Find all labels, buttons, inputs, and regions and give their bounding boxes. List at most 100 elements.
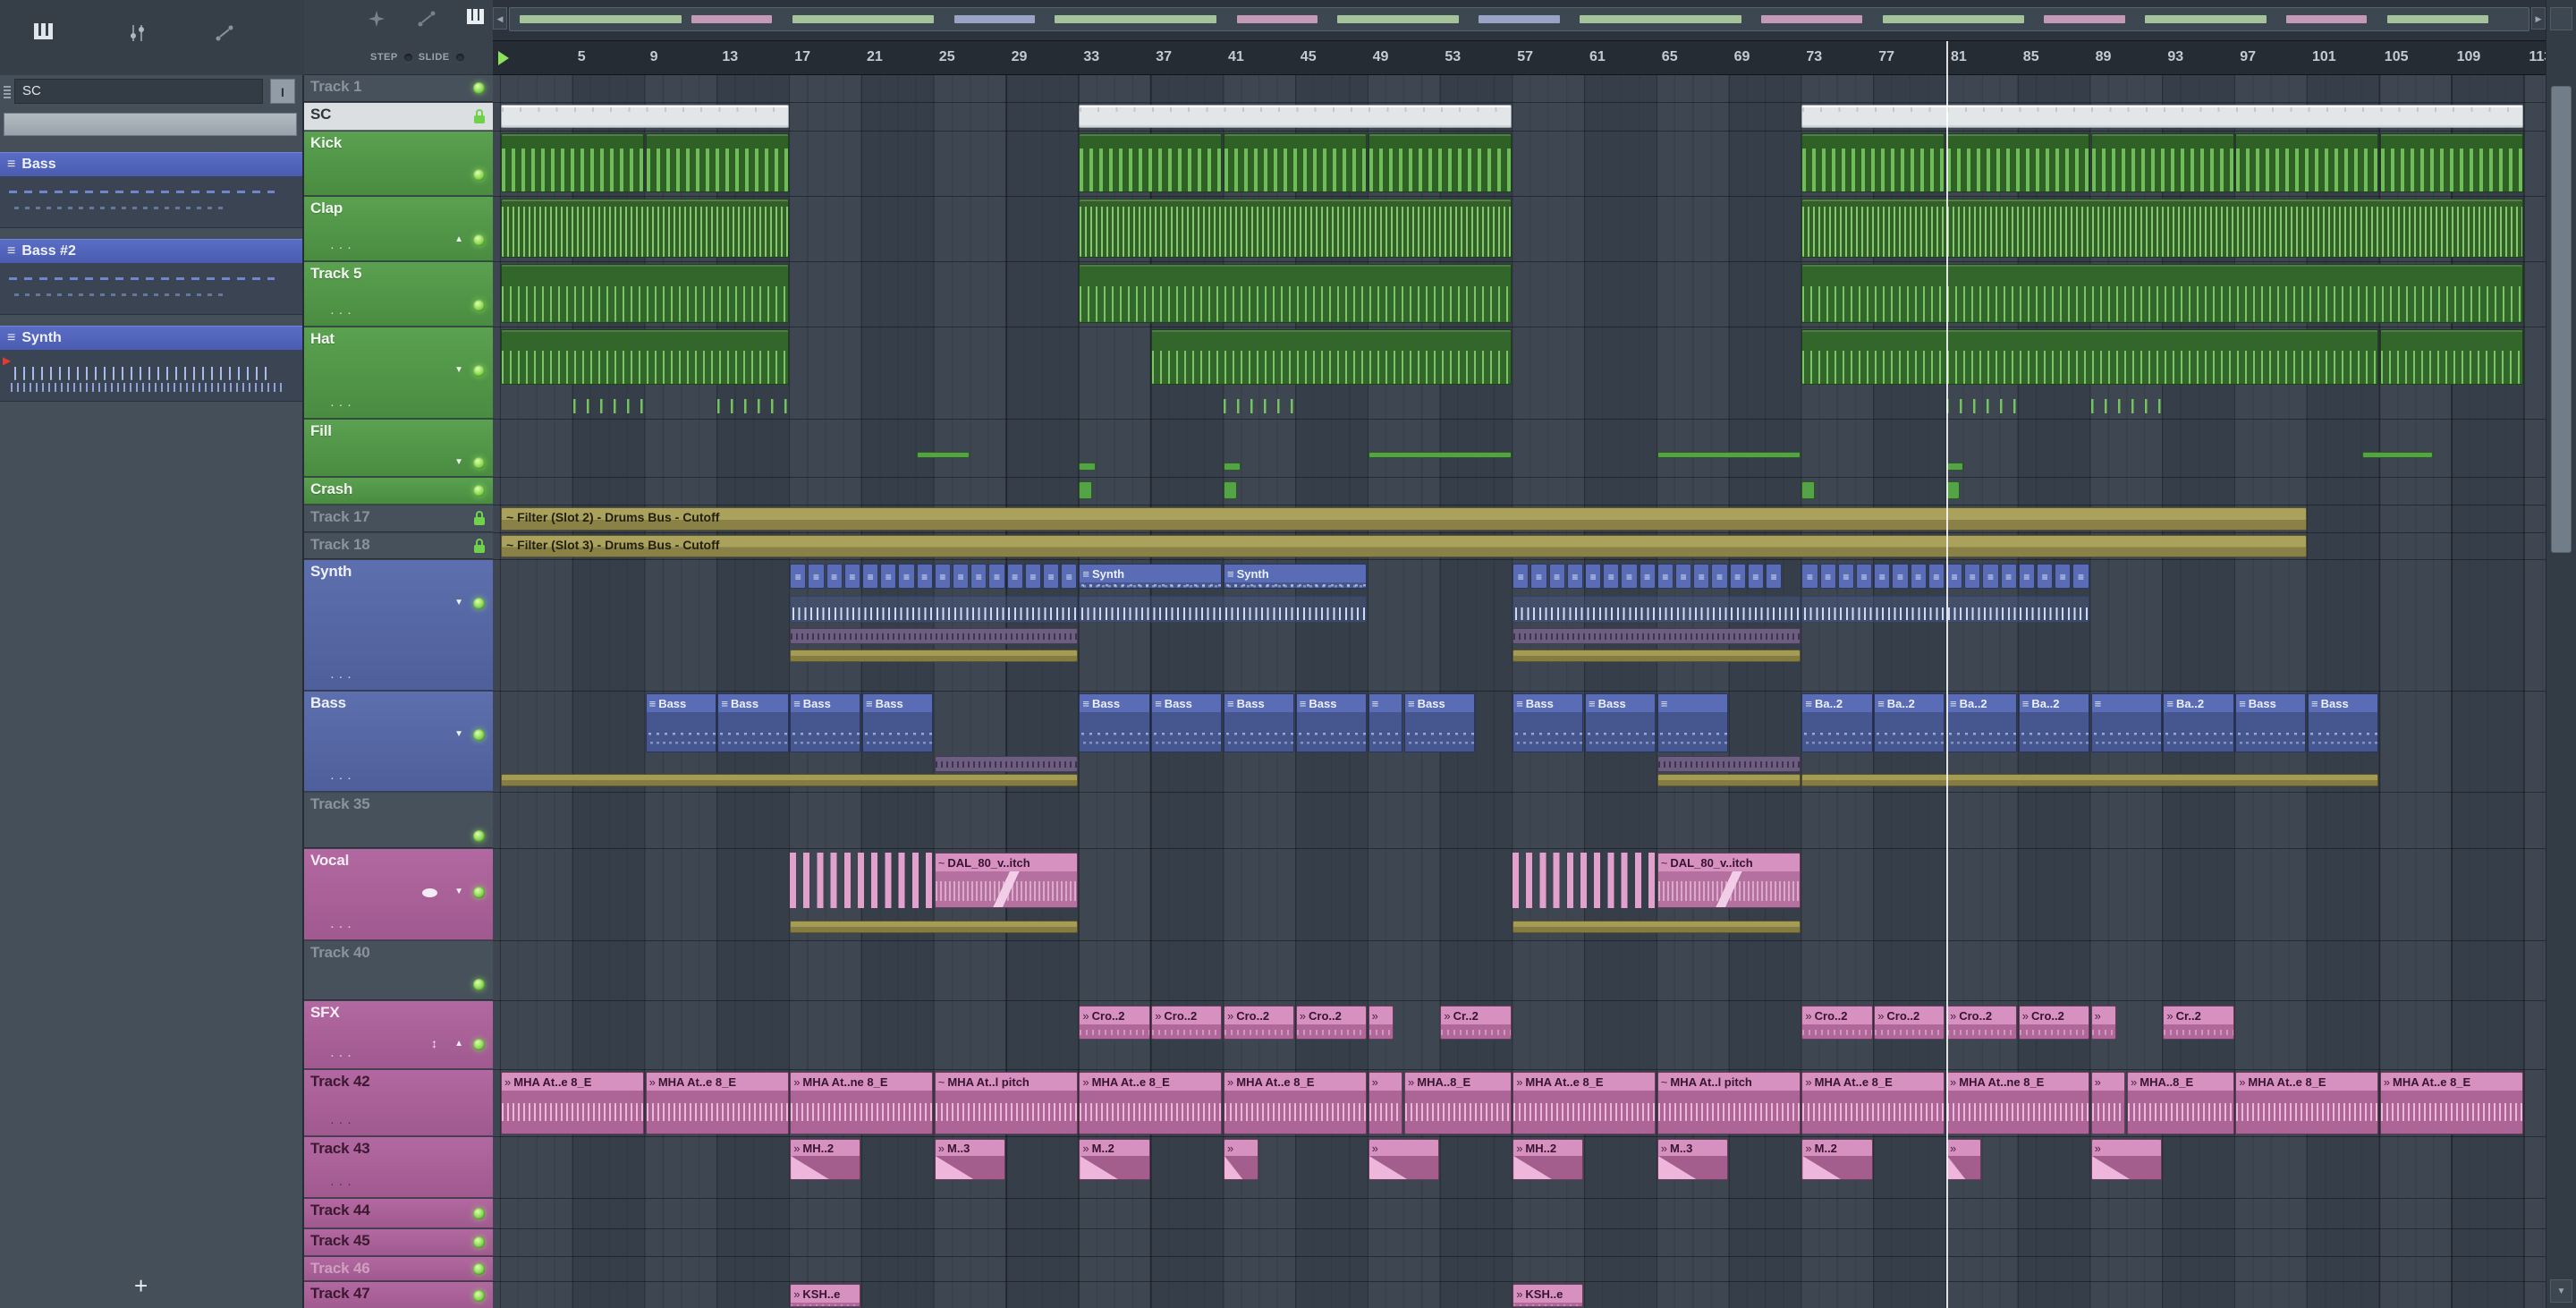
clip-purple[interactable] [934,756,1078,772]
pattern-mini-clip[interactable]: ≡ [2018,564,2035,589]
clip-pink-decay[interactable]: » [1368,1139,1439,1180]
clip-green[interactable] [2090,133,2234,192]
lock-icon[interactable] [473,511,486,525]
track-header-track-35[interactable]: Track 35 [304,793,493,848]
pattern-mini-clip[interactable]: ≡ [2055,564,2072,589]
clip-blue[interactable]: ≡ Bass [2235,693,2307,752]
clip-pink[interactable]: » KSH..e [1513,1284,1584,1307]
track-header-track-45[interactable]: Track 45 [304,1229,493,1256]
collapse-arrow-icon[interactable]: ▼ [454,457,463,467]
clip-blue[interactable]: ≡ Bass [1295,693,1368,752]
clip-pink-audio[interactable]: » MHA At..e 8_E [1224,1072,1368,1134]
track-header-bass[interactable]: Bass . . . ▼ [304,692,493,792]
clip-blue[interactable]: ≡ Bass [645,693,716,752]
slide-indicator[interactable] [455,53,464,62]
clip-green-mid[interactable] [501,264,789,323]
track-header-track-17[interactable]: Track 17 [304,505,493,532]
clip-pink[interactable]: » Cr..2 [1440,1006,1512,1040]
clip-pink-decay[interactable]: » M..2 [1079,1139,1150,1180]
track-header-track-43[interactable]: Track 43 . . . [304,1137,493,1198]
clip-auto-thin[interactable] [1801,774,2379,786]
clip-blue[interactable]: ≡ Bass [1224,693,1295,752]
clip-green-hits[interactable] [2090,399,2162,413]
scroll-left-arrow-icon[interactable]: ◀ [493,7,507,30]
clip-pink[interactable]: » [2090,1006,2117,1040]
clip-blue[interactable]: ≡ Bass [1513,693,1584,752]
mute-led[interactable] [473,234,485,246]
pattern-mini-clip[interactable]: ≡ [1621,564,1638,589]
mute-led[interactable] [473,1236,485,1248]
mute-led[interactable] [473,1039,485,1050]
clip-blue-ticks[interactable] [1079,596,1368,623]
pattern-mini-clip[interactable]: ≡ [861,564,879,589]
clip-pink-audio[interactable]: » MHA At..e 8_E [2235,1072,2379,1134]
clip-blue[interactable]: ≡ Ba..2 [1801,693,1873,752]
pattern-mini-clip[interactable]: ≡ [1693,564,1710,589]
clip-purple[interactable] [1657,756,1801,772]
clip-pink-audio[interactable]: » MHA At..e 8_E [1079,1072,1223,1134]
mute-led[interactable] [473,457,485,469]
pattern-mini-clip[interactable]: ≡ [1061,564,1078,589]
pattern-mini-clip[interactable]: ≡ [808,564,825,589]
clip-blue[interactable]: ≡ [1657,693,1729,752]
vertical-scrollbar-thumb[interactable] [2551,86,2572,553]
pattern-mini-clip[interactable]: ≡ [880,564,897,589]
clip-pink-decay[interactable]: » M..3 [1657,1139,1729,1180]
clip-pink-decay[interactable]: » [2090,1139,2162,1180]
clip-green-line[interactable] [1368,452,1512,458]
timeline-ruler[interactable]: 5 9 13 17 21 25 29 33 37 41 45 49 53 57 61 65 69 73 77 81 85… [493,41,2546,75]
pattern-mini-clip[interactable]: ≡ [952,564,970,589]
picker-toggle-icon[interactable] [467,9,490,32]
pattern-mini-clip[interactable]: ≡ [1639,564,1656,589]
clip-auto-thin[interactable] [1513,921,1801,933]
clip-green[interactable] [1946,133,2090,192]
clip-blue[interactable]: ≡ Synth [1079,564,1223,589]
mute-led[interactable] [473,1208,485,1219]
clip-green-dense[interactable] [1079,199,1512,258]
track-header-track-5[interactable]: Track 5 . . . [304,262,493,327]
clip-purple[interactable] [790,628,1078,644]
track-header-hat[interactable]: Hat . . . ▼ [304,327,493,419]
clip-blue[interactable]: ≡ Ba..2 [2163,693,2234,752]
playhead-line[interactable] [1946,41,1948,1308]
pattern-mini-clip[interactable]: ≡ [934,564,951,589]
clip-green-dense[interactable] [501,199,789,258]
clip-white[interactable] [1079,105,1512,128]
mute-led[interactable] [473,82,485,94]
pattern-mini-clip[interactable]: ≡ [1801,564,1818,589]
pattern-mini-clip[interactable]: ≡ [1910,564,1927,589]
lock-icon[interactable] [473,109,486,123]
clip-green[interactable] [2379,133,2523,192]
clip-green-mid[interactable] [501,329,789,385]
picker-scrollbar[interactable] [4,113,297,136]
clip-blue[interactable]: ≡ Bass [1079,693,1150,752]
pattern-mini-clip[interactable]: ≡ [1747,564,1764,589]
clip-green[interactable] [1079,133,1223,192]
clip-auto-thin[interactable] [1657,774,1801,786]
track-header-track-44[interactable]: Track 44 [304,1199,493,1228]
pattern-mini-clip[interactable]: ≡ [1603,564,1620,589]
clip-green-hits[interactable] [572,399,645,413]
clip-pink-decay[interactable]: » MH..2 [790,1139,861,1180]
clip-pink[interactable]: » Cro..2 [1874,1006,1945,1040]
pattern-mini-clip[interactable]: ≡ [1711,564,1728,589]
arrangement-minimap[interactable] [509,7,2529,31]
clip-blue[interactable]: ≡ [1368,693,1403,752]
clip-pink-decay[interactable]: » MH..2 [1513,1139,1584,1180]
clip-blue[interactable]: ≡ Bass [2308,693,2379,752]
clip-white[interactable] [501,105,789,128]
mute-led[interactable] [473,979,485,990]
pattern-mini-clip[interactable]: ≡ [1674,564,1692,589]
clip-blue[interactable]: ≡ [2090,693,2162,752]
scroll-down-arrow-icon[interactable]: ▼ [2550,1279,2572,1303]
clip-auto-thin[interactable] [1513,650,1801,662]
picker-search-input[interactable]: SC [14,79,263,104]
clip-green-mid[interactable] [1801,264,2523,323]
clip-pink-audio[interactable]: » MHA At..e 8_E [501,1072,645,1134]
clip-pink-audio[interactable]: » MHA At..e 8_E [1801,1072,1945,1134]
clip-green-dot[interactable] [1079,463,1097,471]
clip-green[interactable] [2235,133,2379,192]
clip-pink-chop[interactable] [1513,853,1657,908]
mute-led[interactable] [473,598,485,609]
eye-icon[interactable] [422,888,437,897]
